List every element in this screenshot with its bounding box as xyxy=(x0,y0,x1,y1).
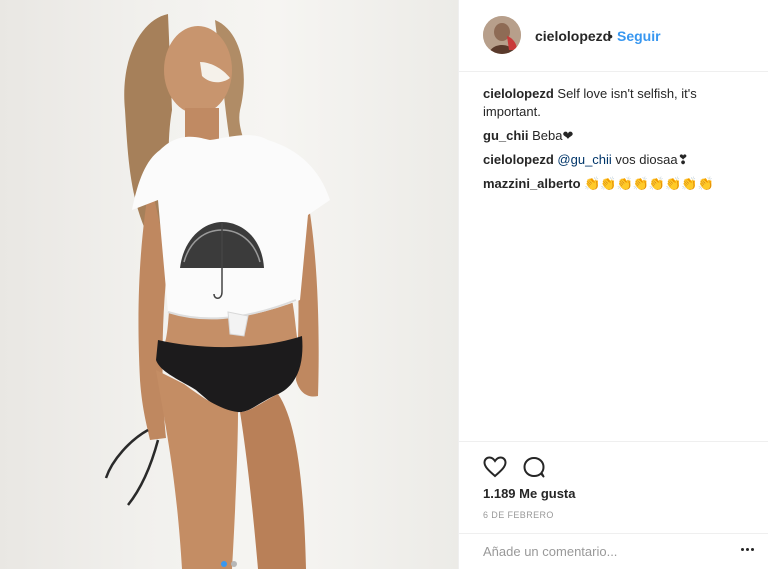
dot xyxy=(751,548,754,551)
carousel-indicator xyxy=(221,561,237,567)
author-username[interactable]: cielolopezd xyxy=(535,28,611,44)
comment-item: mazzini_alberto 👏👏👏👏👏👏👏👏 xyxy=(483,175,753,193)
speech-bubble-icon xyxy=(523,457,545,478)
carousel-dot-active xyxy=(221,561,227,567)
dot xyxy=(741,548,744,551)
comment-list: cielolopezd Self love isn't selfish, it'… xyxy=(483,85,753,199)
comment-button[interactable] xyxy=(521,454,547,480)
carousel-dot xyxy=(231,561,237,567)
caption: cielolopezd Self love isn't selfish, it'… xyxy=(483,85,753,121)
post-sidebar: cielolopezd • Seguir cielolopezd Self lo… xyxy=(458,0,768,569)
comment-text: Beba❤ xyxy=(528,128,574,143)
post-photo[interactable] xyxy=(0,0,458,569)
add-comment-bar xyxy=(459,533,768,569)
heart-outline-icon xyxy=(483,456,507,478)
post-header: cielolopezd • Seguir xyxy=(459,0,768,72)
comment-item: cielolopezd @gu_chii vos diosaa❣ xyxy=(483,151,753,169)
comment-text: 👏👏👏👏👏👏👏👏 xyxy=(580,176,714,191)
follow-button[interactable]: Seguir xyxy=(617,28,661,44)
post-date[interactable]: 6 DE FEBRERO xyxy=(483,510,554,520)
comment-username[interactable]: cielolopezd xyxy=(483,152,554,167)
header-separator: • xyxy=(608,28,613,44)
comment-item: gu_chii Beba❤ xyxy=(483,127,753,145)
instagram-post: cielolopezd • Seguir cielolopezd Self lo… xyxy=(0,0,768,569)
avatar-image-icon xyxy=(483,16,521,54)
like-count[interactable]: 1.189 Me gusta xyxy=(483,486,576,501)
dot xyxy=(746,548,749,551)
avatar[interactable] xyxy=(483,16,521,54)
comment-mention[interactable]: @gu_chii xyxy=(554,152,611,167)
comment-username[interactable]: mazzini_alberto xyxy=(483,176,581,191)
like-button[interactable] xyxy=(482,454,508,480)
comment-input[interactable] xyxy=(483,544,723,559)
more-dots-icon[interactable] xyxy=(741,548,754,551)
comment-username[interactable]: gu_chii xyxy=(483,128,529,143)
comment-username[interactable]: cielolopezd xyxy=(483,86,554,101)
action-bar xyxy=(459,441,768,478)
photo-illustration xyxy=(104,14,330,569)
comment-text: vos diosaa❣ xyxy=(611,152,689,167)
